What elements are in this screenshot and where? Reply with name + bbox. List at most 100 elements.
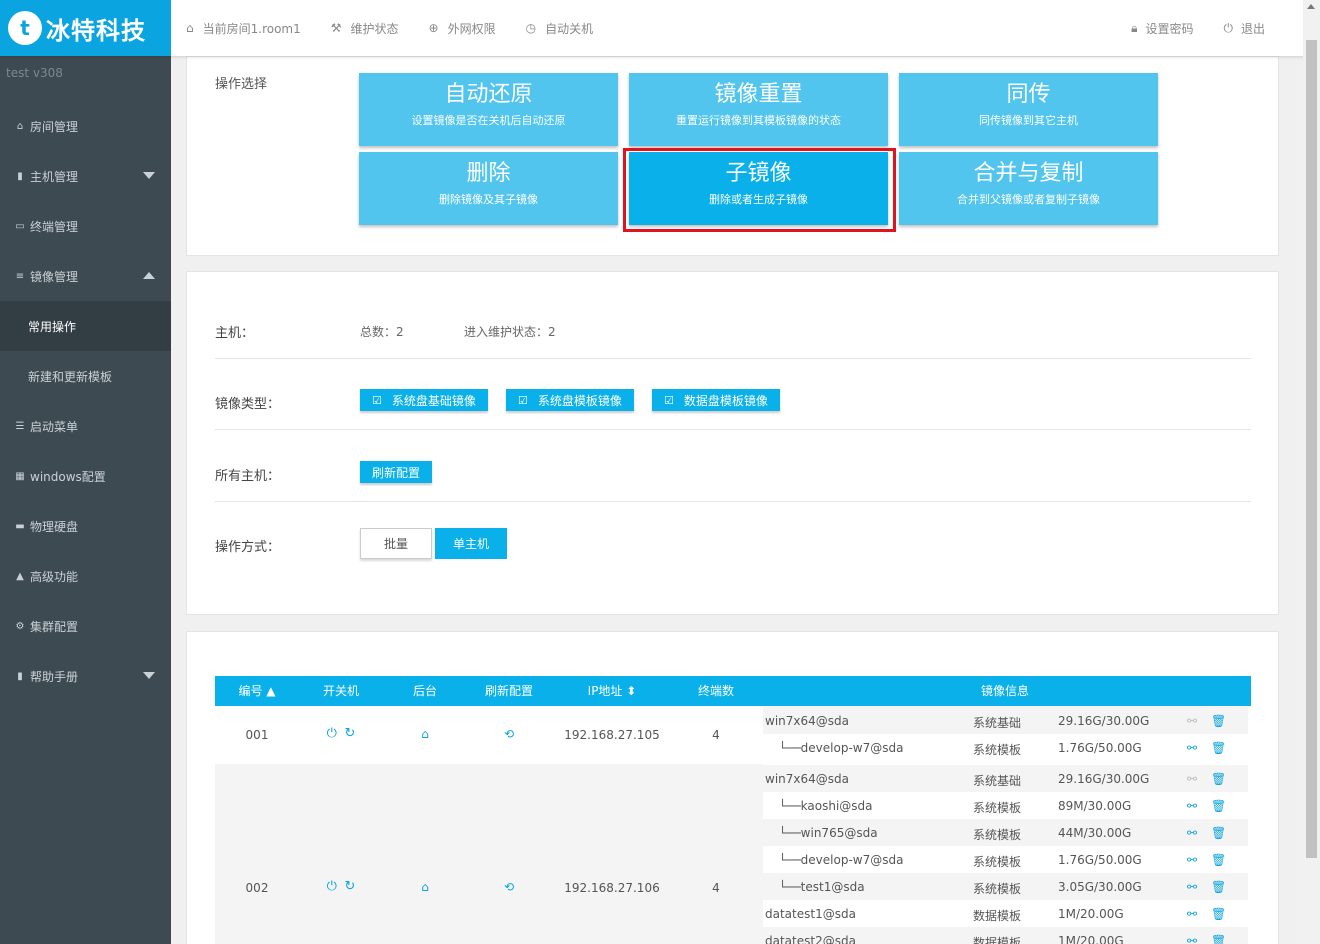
mode-single-button[interactable]: 单主机 xyxy=(435,528,507,559)
nav-current-room[interactable]: ⌂ 当前房间1.room1 xyxy=(186,20,301,37)
nav-internet-access[interactable]: ⊕ 外网权限 xyxy=(429,20,496,37)
op-title: 合并与复制 xyxy=(973,161,1084,186)
image-size: 44M/30.00G xyxy=(1058,826,1132,840)
refresh-config-icon[interactable]: ⟲ xyxy=(467,727,551,741)
sort-up-icon: ▲ xyxy=(266,684,276,698)
sitemap-icon[interactable]: ⚯ xyxy=(1187,907,1197,921)
sidebar-item-cluster-config[interactable]: ⚙ 集群配置 xyxy=(0,601,171,651)
check-square-icon: ☑ xyxy=(518,393,528,407)
backend-home-icon[interactable]: ⌂ xyxy=(383,727,467,741)
sidebar-item-terminal[interactable]: ▭ 终端管理 xyxy=(0,201,171,251)
sidebar-item-physical-disk[interactable]: ▬ 物理硬盘 xyxy=(0,501,171,551)
image-name: └──test1@sda xyxy=(779,880,865,894)
host-total: 总数：2 xyxy=(360,325,404,339)
trash-icon[interactable]: 🗑︎ xyxy=(1211,799,1226,813)
nav-auto-shutdown[interactable]: ◷ 自动关机 xyxy=(526,20,594,37)
nav-maintenance[interactable]: ⚒ 维护状态 xyxy=(331,20,399,37)
trash-icon[interactable]: 🗑︎ xyxy=(1211,853,1226,867)
trash-icon[interactable]: 🗑︎ xyxy=(1211,714,1226,728)
image-name: └──win765@sda xyxy=(779,826,878,840)
sidebar-item-advanced[interactable]: ▲ 高级功能 xyxy=(0,551,171,601)
image-type: 系统模板 xyxy=(973,855,1022,869)
backend-home-icon[interactable]: ⌂ xyxy=(383,880,467,894)
image-type: 数据模板 xyxy=(973,936,1022,944)
brand-logo[interactable]: t 冰特科技 xyxy=(0,0,171,56)
op-sub: 设置镜像是否在关机后自动还原 xyxy=(411,114,566,127)
refresh-config-button[interactable]: 刷新配置 xyxy=(360,461,433,483)
sidebar-icon: ☰ xyxy=(15,420,25,432)
trash-icon[interactable]: 🗑︎ xyxy=(1211,907,1226,921)
check-square-icon: ☑ xyxy=(664,393,674,407)
image-type-label-text: 系统盘模板镜像 xyxy=(537,393,622,408)
trash-icon[interactable]: 🗑︎ xyxy=(1211,934,1226,944)
power-icon[interactable]: ⏻ xyxy=(327,879,337,894)
sidebar-item-image[interactable]: ≡ 镜像管理 xyxy=(0,251,171,301)
host-power-controls: ⏻ ↻ xyxy=(299,726,383,741)
image-name: datatest2@sda xyxy=(765,934,856,944)
image-size: 29.16G/30.00G xyxy=(1058,772,1150,786)
sidebar-item-windows-config[interactable]: ▦ windows配置 xyxy=(0,451,171,501)
version-label: test v308 xyxy=(6,66,63,80)
sidebar-icon: ≡ xyxy=(15,270,25,282)
reboot-icon[interactable]: ↻ xyxy=(345,726,356,741)
sidebar-item-room[interactable]: ⌂ 房间管理 xyxy=(0,101,171,151)
image-size: 1M/20.00G xyxy=(1058,934,1124,944)
col-ip-label: IP地址 xyxy=(587,684,623,698)
col-ip-header[interactable]: IP地址 ⬍ xyxy=(551,676,673,706)
sitemap-icon[interactable]: ⚯ xyxy=(1187,741,1197,755)
sidebar-item-label: windows配置 xyxy=(30,469,106,484)
sitemap-icon[interactable]: ⚯ xyxy=(1187,826,1197,840)
image-type: 系统模板 xyxy=(973,882,1022,896)
sidebar-icon: ⌂ xyxy=(16,120,24,132)
sidebar-item-help[interactable]: ▮ 帮助手册 xyxy=(0,651,171,701)
scroll-thumb[interactable] xyxy=(1306,40,1317,858)
image-row: win7x64@sda 系统基础 29.16G/30.00G ⚯ 🗑︎ xyxy=(763,707,1248,734)
set-password-label: 设置密码 xyxy=(1145,21,1194,36)
trash-icon[interactable]: 🗑︎ xyxy=(1211,741,1226,755)
hosts-table-panel: 编号 ▲ 开关机 后台 刷新配置 IP地址 ⬍ 终端数 镜像信息 001 ⏻ ↻… xyxy=(186,631,1279,944)
nav-internet-access-label: 外网权限 xyxy=(447,21,496,36)
trash-icon[interactable]: 🗑︎ xyxy=(1211,826,1226,840)
power-icon[interactable]: ⏻ xyxy=(327,726,337,741)
sidebar-item-new-template[interactable]: 新建和更新模板 xyxy=(0,351,171,401)
op-delete-button[interactable]: 删除 删除镜像及其子镜像 xyxy=(359,152,618,225)
op-merge-copy-button[interactable]: 合并与复制 合并到父镜像或者复制子镜像 xyxy=(899,152,1158,225)
set-password-link[interactable]: 🔒︎ 设置密码 xyxy=(1131,20,1193,37)
reboot-icon[interactable]: ↻ xyxy=(345,879,356,894)
image-name: datatest1@sda xyxy=(765,907,856,921)
sitemap-icon[interactable]: ⚯ xyxy=(1187,880,1197,894)
logout-label: 退出 xyxy=(1240,21,1265,36)
image-type-sys-template-checkbox[interactable]: ☑ 系统盘模板镜像 xyxy=(506,389,634,411)
refresh-config-icon[interactable]: ⟲ xyxy=(467,880,551,894)
sidebar-item-label: 终端管理 xyxy=(30,219,79,234)
sitemap-icon[interactable]: ⚯ xyxy=(1187,772,1197,786)
sitemap-icon[interactable]: ⚯ xyxy=(1187,714,1197,728)
sidebar-item-host[interactable]: ▮ 主机管理 xyxy=(0,151,171,201)
sitemap-icon[interactable]: ⚯ xyxy=(1187,934,1197,944)
logout-link[interactable]: ⏻ 退出 xyxy=(1223,20,1265,37)
sidebar-item-boot-menu[interactable]: ☰ 启动菜单 xyxy=(0,401,171,451)
image-type-data-template-checkbox[interactable]: ☑ 数据盘模板镜像 xyxy=(652,389,780,411)
sitemap-icon[interactable]: ⚯ xyxy=(1187,853,1197,867)
op-auto-restore-button[interactable]: 自动还原 设置镜像是否在关机后自动还原 xyxy=(359,73,618,146)
col-id-header[interactable]: 编号 ▲ xyxy=(215,676,299,706)
brand-name: 冰特科技 xyxy=(46,16,146,45)
scroll-up-arrow-icon[interactable] xyxy=(1307,4,1315,9)
sitemap-icon[interactable]: ⚯ xyxy=(1187,799,1197,813)
sidebar-item-common-ops[interactable]: 常用操作 xyxy=(0,301,171,351)
image-row: └──develop-w7@sda 系统模板 1.76G/50.00G ⚯ 🗑︎ xyxy=(763,734,1248,761)
image-size: 29.16G/30.00G xyxy=(1058,714,1150,728)
logo-mark-icon: t xyxy=(8,11,42,45)
mode-batch-button[interactable]: 批量 xyxy=(360,528,432,559)
trash-icon[interactable]: 🗑︎ xyxy=(1211,880,1226,894)
image-type-sys-base-checkbox[interactable]: ☑ 系统盘基础镜像 xyxy=(360,389,488,411)
sidebar-item-label: 常用操作 xyxy=(28,319,77,334)
op-sync-button[interactable]: 同传 同传镜像到其它主机 xyxy=(899,73,1158,146)
page-scrollbar[interactable] xyxy=(1303,0,1320,944)
trash-icon[interactable]: 🗑︎ xyxy=(1211,772,1226,786)
op-image-reset-button[interactable]: 镜像重置 重置运行镜像到其模板镜像的状态 xyxy=(629,73,888,146)
image-type: 系统基础 xyxy=(973,716,1022,730)
nav-current-room-label: 当前房间1.room1 xyxy=(202,21,301,36)
op-title: 镜像重置 xyxy=(714,82,803,107)
host-ip: 192.168.27.105 xyxy=(564,728,660,742)
